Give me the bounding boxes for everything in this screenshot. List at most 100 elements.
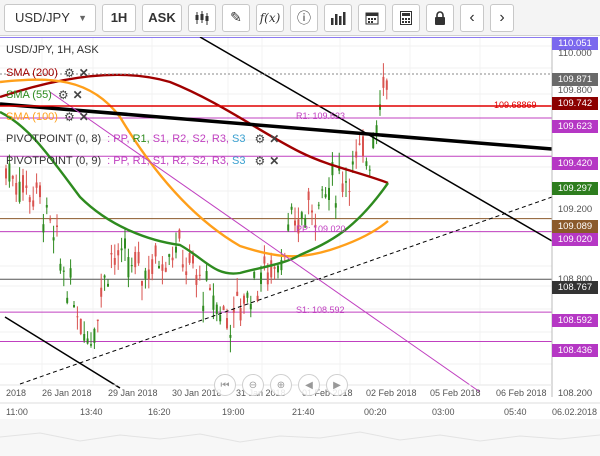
indicators-button[interactable]: f(x) [256, 3, 284, 32]
legend-row-pivot2: PIVOTPOINT (0, 9) : PP, R1, S1, R2, S2, R3, S3… [6, 154, 285, 168]
time-axis-label: 13:40 [80, 407, 103, 417]
pivot-part: : PP, [107, 133, 130, 145]
time-axis-label: 21:40 [292, 407, 315, 417]
calculator-icon [400, 10, 412, 25]
timeframe-label: 1H [110, 10, 128, 25]
symbol-selector[interactable]: USD/JPY ▼ [4, 3, 96, 32]
legend-row-sma200: SMA (200) ⚙ ✕ [6, 66, 285, 80]
candle-body [45, 204, 48, 208]
price-axis-label: 109.200 [557, 204, 593, 215]
pivot-part: R1, [132, 133, 150, 145]
time-axis-label: 03:00 [432, 407, 455, 417]
volume-button[interactable] [324, 3, 352, 32]
date-axis-label: 05 Feb 2018 [430, 388, 481, 398]
draw-pencil-icon: ✎ [230, 9, 242, 25]
draw-button[interactable]: ✎ [222, 3, 250, 32]
candle-body [232, 309, 235, 313]
close-icon[interactable]: ✕ [79, 66, 89, 80]
candle-body [164, 267, 167, 272]
date-axis-label: 02 Feb 2018 [366, 388, 417, 398]
candle-body [362, 136, 364, 157]
candle-body [243, 295, 245, 304]
scroll-right-button[interactable]: › [490, 3, 514, 32]
pivot-part: R1, [132, 155, 150, 167]
pivot-part: S3 [232, 133, 246, 145]
toolbar: USD/JPY ▼ 1H ASK ✎ f(x) ⓘ ‹ › [0, 0, 600, 36]
candle-body [66, 297, 69, 303]
gear-icon[interactable]: ⚙ [64, 66, 75, 80]
scroll-prev-button[interactable]: ◀ [298, 374, 320, 396]
prev-icon: ◀ [305, 379, 313, 391]
volume-bars-icon [331, 11, 346, 25]
candle-body [311, 210, 313, 213]
chart-title: USD/JPY, 1H, ASK [6, 44, 99, 56]
trendline-lower-left-black[interactable] [4, 316, 121, 389]
candle-body [198, 274, 201, 276]
pivot-part: S2, [192, 133, 209, 145]
price-axis-label: 108.767 [552, 281, 598, 294]
scroll-start-button[interactable]: ⏮ [214, 374, 236, 396]
candle-body [246, 292, 249, 298]
gear-icon[interactable]: ⚙ [254, 132, 265, 146]
candle-body [161, 264, 164, 271]
candle-body [188, 253, 191, 263]
gear-icon[interactable]: ⚙ [64, 110, 75, 124]
pivot-part: R2, [172, 133, 190, 145]
gear-icon[interactable]: ⚙ [254, 154, 265, 168]
candle-body [22, 175, 24, 193]
time-axis-label: 06.02.2018 [552, 407, 597, 417]
info-button[interactable]: ⓘ [290, 3, 318, 32]
timeframe-selector[interactable]: 1H [102, 3, 136, 32]
candle-body [130, 265, 133, 267]
candle-body [86, 338, 89, 344]
pp-label: PP: 109.020 [296, 224, 346, 234]
zoom-out-icon: ⊖ [248, 379, 258, 391]
chart-legend: USD/JPY, 1H, ASK SMA (200) ⚙ ✕ SMA (55) … [6, 43, 285, 176]
candle-body [358, 143, 361, 145]
candle-body [185, 271, 188, 276]
pivot-part: S1, [152, 133, 170, 145]
calendar-button[interactable] [358, 3, 386, 32]
close-icon[interactable]: ✕ [269, 132, 279, 146]
zoom-out-button[interactable]: ⊖ [242, 374, 264, 396]
candle-body [341, 183, 344, 193]
candle-type-button[interactable] [188, 3, 216, 32]
candle-body [79, 318, 82, 334]
candle-body [15, 182, 18, 195]
candle-body [56, 225, 58, 228]
price-axis-label: 109.420 [552, 157, 598, 170]
candle-body [178, 229, 181, 239]
price-type-selector[interactable]: ASK [142, 3, 182, 32]
close-icon[interactable]: ✕ [269, 154, 279, 168]
zoom-in-button[interactable]: ⊕ [270, 374, 292, 396]
time-axis-label: 00:20 [364, 407, 387, 417]
candle-body [141, 280, 143, 286]
trendline-dashed[interactable] [19, 196, 553, 385]
candle-body [154, 245, 157, 257]
scroll-next-button[interactable]: ▶ [326, 374, 348, 396]
price-axis-label: 109.020 [552, 233, 598, 246]
lock-button[interactable] [426, 3, 454, 32]
candle-body [192, 255, 194, 264]
candle-body [18, 181, 21, 202]
chevron-right-icon: › [499, 8, 505, 26]
gear-icon[interactable]: ⚙ [58, 88, 69, 102]
candle-body [226, 318, 228, 329]
candle-body [93, 328, 96, 343]
price-axis-label: 108.436 [552, 344, 598, 357]
s1-label: S1: 108.592 [296, 305, 345, 315]
close-icon[interactable]: ✕ [73, 88, 83, 102]
close-icon[interactable]: ✕ [79, 110, 89, 124]
candle-body [96, 319, 99, 322]
candle-body [222, 306, 225, 311]
candle-body [69, 268, 72, 278]
candle-body [25, 185, 28, 188]
scroll-left-button[interactable]: ‹ [460, 3, 484, 32]
candle-body [229, 334, 232, 338]
candle-body [158, 265, 160, 269]
candle-body [137, 251, 140, 264]
candle-body [32, 200, 35, 207]
chart-area[interactable]: 2018 26 Jan 2018 29 Jan 2018 30 Jan 2018 31 … [0, 37, 600, 456]
time-axis-label: 16:20 [148, 407, 171, 417]
calculator-button[interactable] [392, 3, 420, 32]
